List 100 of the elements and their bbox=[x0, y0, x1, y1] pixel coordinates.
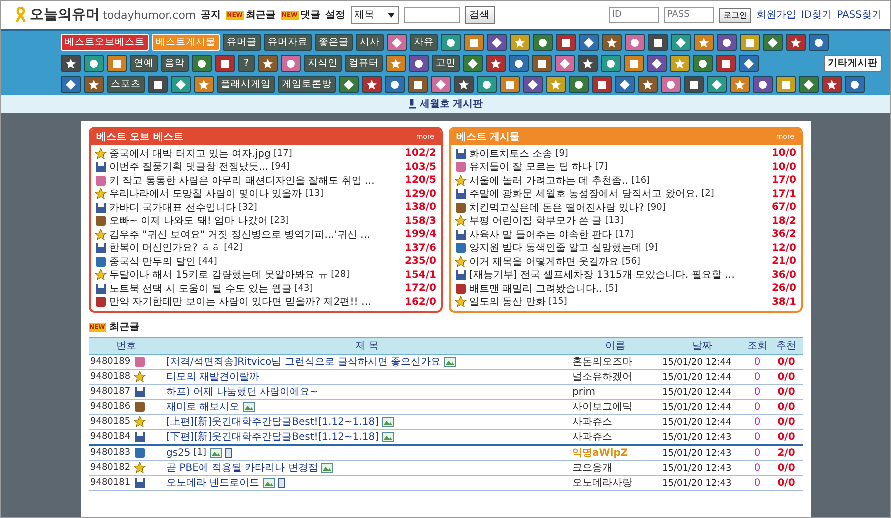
board-link[interactable] bbox=[809, 34, 829, 51]
post-title-link[interactable]: 오빠~ 이제 나와도 돼! 엄마 나갔어 bbox=[110, 214, 268, 228]
board-link[interactable] bbox=[592, 76, 612, 93]
header-link[interactable]: 공지 bbox=[201, 8, 222, 22]
author-name[interactable]: 오노데라사랑 bbox=[572, 478, 632, 489]
post-title-link[interactable]: [上편][新]웃긴대학주간답글Best![1.12~1.18] bbox=[166, 415, 379, 429]
board-link[interactable] bbox=[602, 34, 622, 51]
board-link[interactable] bbox=[431, 76, 451, 93]
board-link[interactable] bbox=[409, 55, 429, 72]
post-title-link[interactable]: 중국에서 대박 터지고 있는 여자.jpg bbox=[110, 146, 271, 161]
post-title-link[interactable]: 만약 자기한테만 보이는 사람이 있다면 믿을까? 제2편!! … bbox=[110, 295, 372, 310]
board-link[interactable] bbox=[625, 34, 645, 51]
board-link[interactable] bbox=[258, 55, 278, 72]
post-title-link[interactable]: 곧 PBE에 적용될 카타리나 변경점 bbox=[166, 461, 318, 475]
board-tab[interactable]: 고민 bbox=[432, 55, 460, 72]
board-link[interactable] bbox=[441, 34, 461, 51]
login-button[interactable]: 로그인 bbox=[719, 8, 752, 22]
post-title-link[interactable]: gs25 bbox=[166, 448, 191, 458]
password-field[interactable]: PASS bbox=[664, 7, 714, 23]
board-link[interactable] bbox=[556, 34, 576, 51]
board-link[interactable] bbox=[799, 76, 819, 93]
post-title-link[interactable]: 이거 제목을 어떻게하면 웃길까요 bbox=[470, 254, 620, 269]
board-link[interactable] bbox=[408, 76, 428, 93]
post-title-link[interactable]: 오노데라 넨드로이드 bbox=[166, 476, 260, 490]
board-link[interactable] bbox=[739, 55, 759, 72]
board-tab[interactable]: 기타게시판 bbox=[824, 55, 882, 72]
board-tab[interactable]: ? bbox=[238, 55, 255, 72]
post-title-link[interactable]: [저격/석면죄송]Ritvico님 그런식으로 글삭하시면 좋으신가요 bbox=[166, 355, 442, 369]
board-link[interactable] bbox=[61, 55, 81, 72]
post-title-link[interactable]: 화이트치토스 소송 bbox=[470, 146, 553, 161]
author-name[interactable]: 사과쥬스 bbox=[572, 417, 612, 428]
board-link[interactable] bbox=[532, 55, 552, 72]
author-name[interactable]: 혼돈의오즈마 bbox=[572, 357, 632, 368]
board-tab[interactable]: 좋은글 bbox=[315, 34, 353, 51]
board-link[interactable] bbox=[339, 76, 359, 93]
board-tab[interactable]: 게임토론방 bbox=[278, 76, 336, 93]
post-title-link[interactable]: [재능기부] 전국 셀프세차장 1315개 모았습니다. 필요할 … bbox=[470, 268, 736, 282]
board-link[interactable] bbox=[546, 76, 566, 93]
author-name[interactable]: 사과쥬스 bbox=[572, 432, 612, 443]
account-link[interactable]: 회원가입 bbox=[756, 8, 796, 22]
board-link[interactable] bbox=[386, 55, 406, 72]
board-link[interactable] bbox=[387, 34, 407, 51]
board-link[interactable] bbox=[385, 76, 405, 93]
post-title-link[interactable]: 카바디 국가대표 선수입니다 bbox=[110, 200, 236, 215]
board-link[interactable] bbox=[509, 55, 529, 72]
post-title-link[interactable]: 사육사 말 들어주는 야속한 판다 bbox=[470, 228, 612, 242]
board-link[interactable] bbox=[740, 34, 760, 51]
board-link[interactable] bbox=[477, 76, 497, 93]
board-link[interactable] bbox=[684, 76, 704, 93]
board-link[interactable] bbox=[763, 34, 783, 51]
board-link[interactable] bbox=[510, 34, 530, 51]
board-link[interactable] bbox=[624, 55, 644, 72]
board-tab[interactable]: 연예 bbox=[130, 55, 158, 72]
post-title-link[interactable]: [下편][新]웃긴대학주간답글Best![1.12~1.18] bbox=[166, 430, 379, 444]
board-link[interactable] bbox=[486, 55, 506, 72]
post-title-link[interactable]: 우리나라에서 도망칠 사람이 몇이나 있을까 bbox=[110, 187, 302, 202]
board-link[interactable] bbox=[84, 55, 104, 72]
board-link[interactable] bbox=[579, 34, 599, 51]
author-name[interactable]: 크으응개 bbox=[572, 463, 612, 474]
board-link[interactable] bbox=[463, 55, 483, 72]
board-tab[interactable]: 플래시게임 bbox=[217, 76, 275, 93]
id-field[interactable]: ID bbox=[609, 7, 660, 23]
post-title-link[interactable]: 재미로 해보시오 bbox=[166, 400, 240, 414]
board-tab[interactable]: 음악 bbox=[161, 55, 189, 72]
board-link[interactable] bbox=[648, 34, 668, 51]
board-link[interactable] bbox=[194, 76, 214, 93]
board-link[interactable] bbox=[555, 55, 575, 72]
post-title-link[interactable]: 이번주 질풍기획 댓글창 전쟁났듯... bbox=[110, 160, 269, 174]
post-title-link[interactable]: 김우주 "귀신 보여요" 거짓 정신병으로 병역기피…'귀신 … bbox=[110, 228, 371, 242]
board-link[interactable] bbox=[694, 34, 714, 51]
board-link[interactable] bbox=[500, 76, 520, 93]
board-link[interactable] bbox=[661, 76, 681, 93]
board-tab[interactable]: 자유 bbox=[410, 34, 438, 51]
post-title-link[interactable]: 중국식 만두의 달인 bbox=[110, 254, 196, 269]
board-link[interactable] bbox=[523, 76, 543, 93]
post-title-link[interactable]: 두달이나 해서 15키로 감량했는데 못알아봐요 ㅠ bbox=[110, 268, 328, 282]
board-tab[interactable]: 스포츠 bbox=[107, 76, 145, 93]
header-link[interactable]: 설정 bbox=[326, 8, 346, 22]
board-link[interactable] bbox=[671, 34, 691, 51]
site-logo[interactable]: 오늘의유머 bbox=[30, 6, 100, 24]
post-title-link[interactable]: 서울에 놀러 가려고하는 데 추천좀.. bbox=[470, 174, 629, 188]
board-link[interactable] bbox=[822, 76, 842, 93]
post-title-link[interactable]: 양지원 받다 동색인줄 알고 실망했는데 bbox=[470, 241, 642, 256]
account-link[interactable]: PASS찾기 bbox=[837, 8, 882, 22]
account-link[interactable]: ID찾기 bbox=[801, 8, 832, 22]
board-link[interactable] bbox=[107, 55, 127, 72]
board-link[interactable] bbox=[578, 55, 598, 72]
board-link[interactable] bbox=[569, 76, 589, 93]
search-scope-select[interactable]: 제목 bbox=[350, 6, 399, 24]
post-title-link[interactable]: 노트북 선택 시 도움이 될 수도 있는 웹글 bbox=[110, 282, 292, 296]
board-link[interactable] bbox=[464, 34, 484, 51]
post-title-link[interactable]: 일도의 동산 만화 bbox=[470, 295, 546, 310]
board-link[interactable] bbox=[84, 76, 104, 93]
board-link[interactable] bbox=[730, 76, 750, 93]
board-link[interactable] bbox=[707, 76, 727, 93]
post-title-link[interactable]: 하프) 어제 나눔했던 사람이에요~ bbox=[166, 385, 318, 399]
author-name[interactable]: prim bbox=[572, 386, 596, 398]
board-link[interactable] bbox=[786, 34, 806, 51]
board-link[interactable] bbox=[487, 34, 507, 51]
board-tab[interactable]: 베스트오브베스트 bbox=[61, 34, 149, 51]
